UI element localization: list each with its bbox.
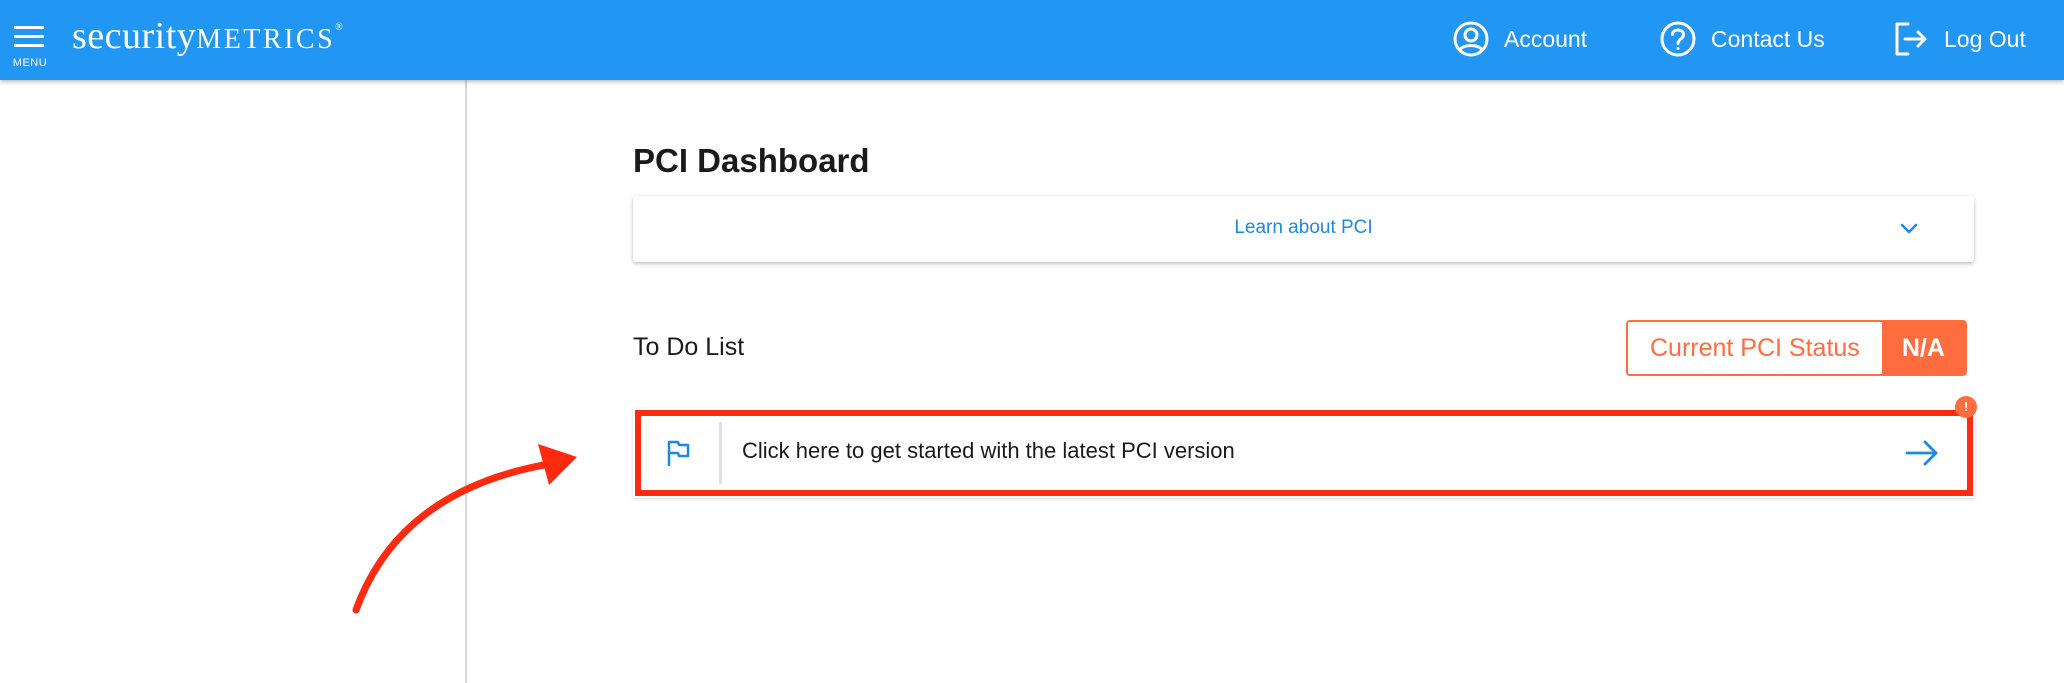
account-circle-icon bbox=[1452, 20, 1490, 58]
current-pci-status-badge: Current PCI Status N/A bbox=[1626, 320, 1967, 376]
contact-us-label: Contact Us bbox=[1711, 25, 1825, 52]
status-label: Current PCI Status bbox=[1628, 322, 1882, 374]
status-value: N/A bbox=[1881, 322, 1965, 374]
to-do-list-heading: To Do List bbox=[633, 333, 745, 361]
notification-badge: ! bbox=[1955, 396, 1977, 418]
logo-text-security: security bbox=[72, 15, 197, 57]
account-label: Account bbox=[1504, 25, 1588, 52]
learn-about-pci-label: Learn about PCI bbox=[1234, 217, 1373, 238]
hamburger-icon bbox=[14, 26, 44, 47]
todo-divider bbox=[719, 422, 722, 484]
log-out-label: Log Out bbox=[1944, 25, 2026, 52]
securitymetrics-logo[interactable]: securityMETRICS® bbox=[72, 14, 343, 64]
logo-registered-mark: ® bbox=[335, 22, 343, 33]
arrow-right-icon[interactable] bbox=[1905, 438, 1939, 468]
flag-icon bbox=[667, 440, 690, 466]
todo-item-get-started[interactable]: Click here to get started with the lates… bbox=[633, 408, 1975, 498]
menu-label: MENU bbox=[12, 57, 48, 69]
menu-button[interactable]: MENU bbox=[8, 18, 52, 72]
account-link[interactable]: Account bbox=[1452, 18, 1587, 60]
logout-icon bbox=[1892, 20, 1930, 58]
learn-about-pci-expander[interactable]: Learn about PCI bbox=[633, 196, 1974, 262]
side-panel bbox=[0, 80, 467, 683]
todo-item-text: Click here to get started with the lates… bbox=[742, 438, 1235, 463]
contact-us-link[interactable]: Contact Us bbox=[1659, 18, 1825, 60]
logo-text-metrics: METRICS bbox=[196, 24, 336, 55]
log-out-link[interactable]: Log Out bbox=[1892, 18, 2026, 60]
help-circle-icon bbox=[1659, 20, 1697, 58]
page-title: PCI Dashboard bbox=[633, 142, 870, 179]
chevron-down-icon bbox=[1900, 223, 1918, 234]
top-bar: MENU securityMETRICS® Account Contact Us bbox=[0, 0, 2064, 80]
